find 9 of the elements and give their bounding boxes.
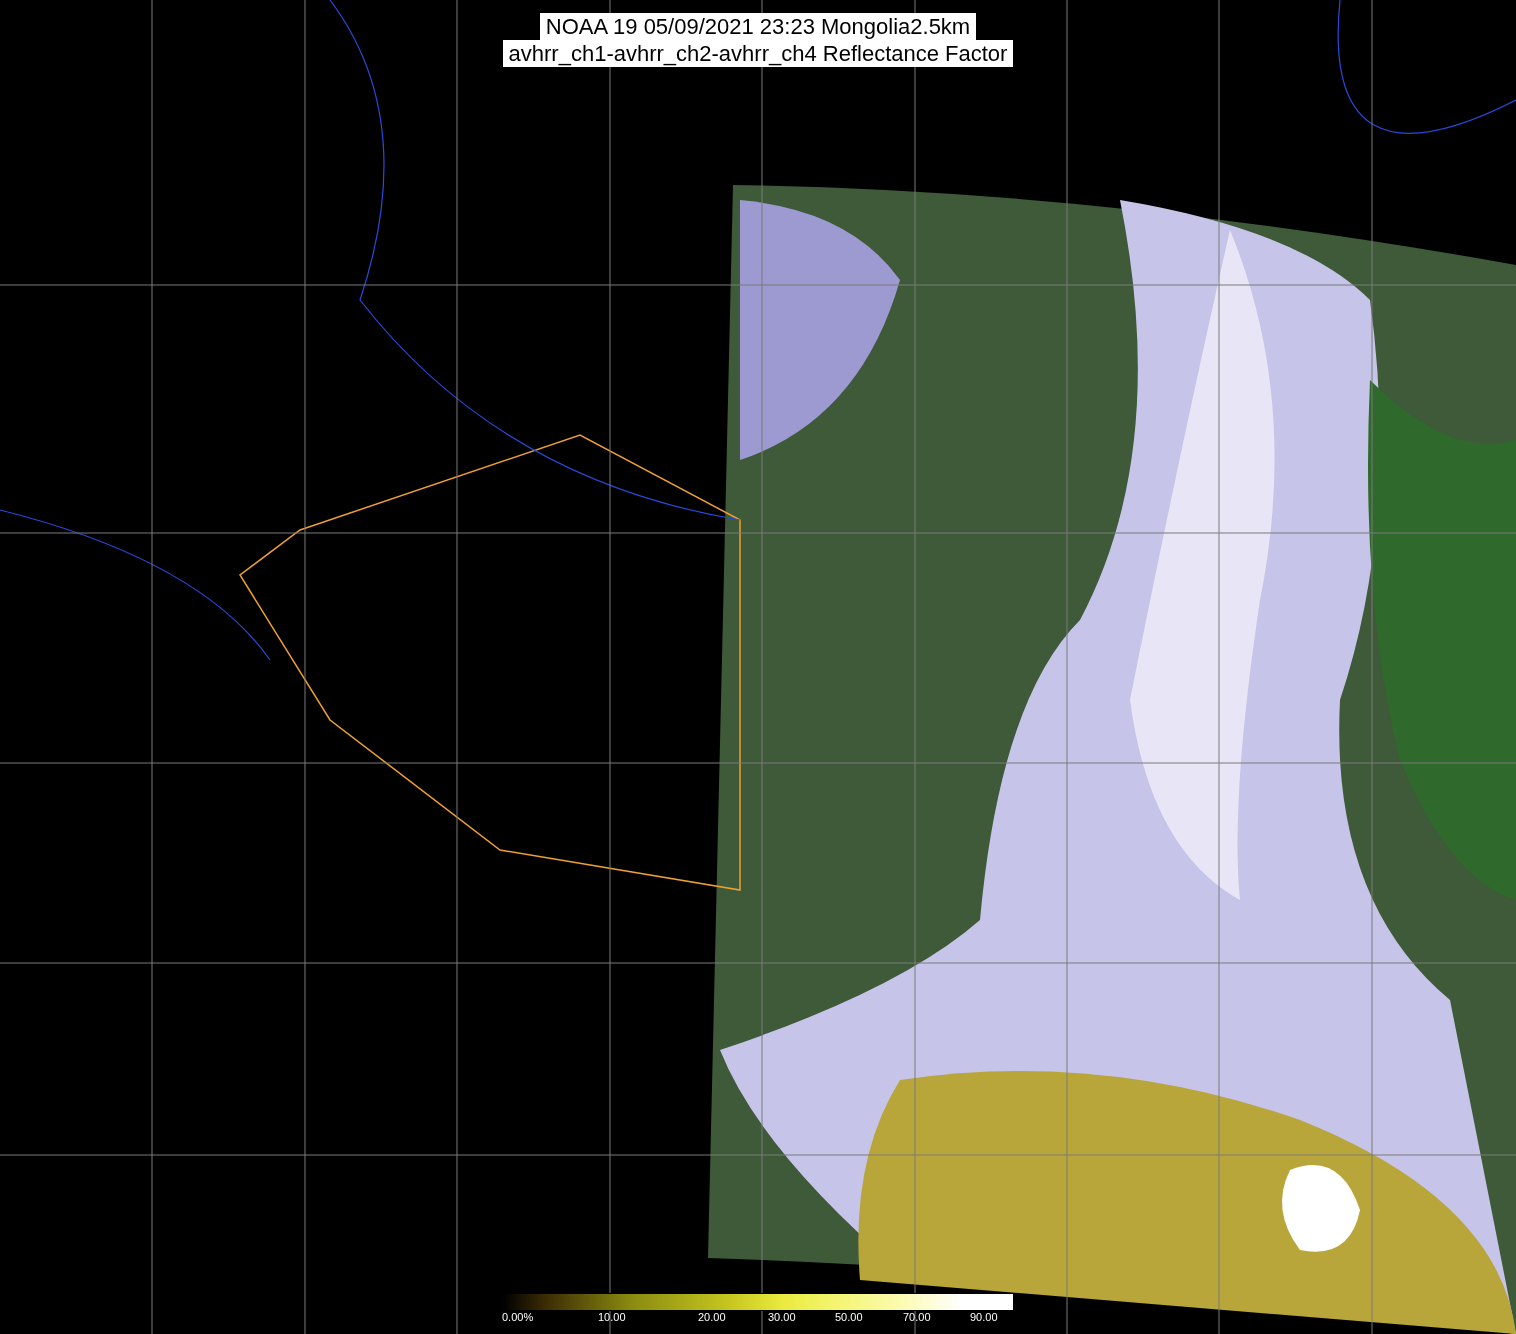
map-title: avhrr_ch1-avhrr_ch2-avhrr_ch4 Reflectance Factor: [502, 40, 1014, 67]
scale-label: 70.00: [903, 1311, 931, 1324]
scale-label: 30.00: [768, 1311, 796, 1324]
scale-label: 0.00%: [502, 1311, 534, 1324]
scale-label: 50.00: [835, 1311, 863, 1324]
scale-label: 20.00: [698, 1311, 726, 1324]
scale-label: 10.00: [598, 1311, 626, 1324]
scale-label: 90.00: [970, 1311, 998, 1324]
map-title: NOAA 19 05/09/2021 23:23 Mongolia2.5km: [539, 13, 977, 40]
